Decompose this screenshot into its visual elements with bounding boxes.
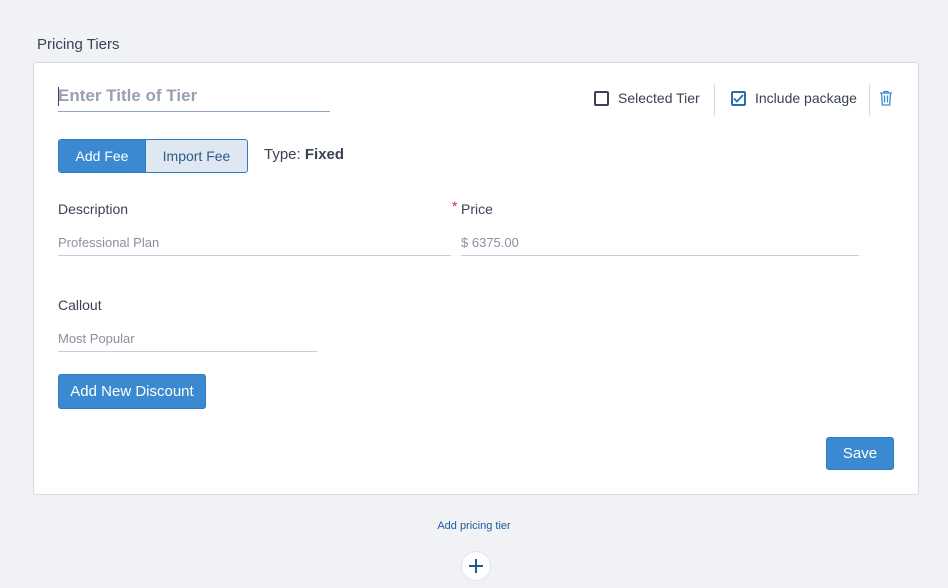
text-cursor [58, 87, 59, 106]
fee-type: Type: Fixed [264, 146, 344, 163]
pricing-tier-card: Selected Tier Include package Add Fee Im… [33, 62, 919, 495]
callout-label: Callout [58, 297, 102, 313]
selected-tier-label: Selected Tier [618, 90, 700, 106]
plus-icon [469, 559, 483, 573]
add-pricing-tier-button[interactable] [461, 551, 491, 581]
include-package-toggle[interactable]: Include package [731, 90, 857, 106]
callout-input[interactable] [58, 326, 317, 352]
fee-type-prefix: Type: [264, 146, 301, 163]
section-title: Pricing Tiers [37, 36, 120, 53]
save-button[interactable]: Save [826, 437, 894, 470]
selected-tier-checkbox[interactable] [594, 90, 609, 106]
fee-mode-toggle: Add Fee Import Fee [58, 139, 248, 173]
trash-icon[interactable] [879, 90, 893, 106]
add-new-discount-button[interactable]: Add New Discount [58, 374, 206, 409]
price-input[interactable] [461, 230, 859, 256]
import-fee-button[interactable]: Import Fee [145, 140, 247, 172]
divider [714, 84, 715, 116]
required-marker: * [452, 198, 458, 214]
tier-title-input[interactable] [58, 84, 330, 112]
add-pricing-tier-link[interactable]: Add pricing tier [0, 520, 948, 532]
description-input[interactable] [58, 230, 451, 256]
divider [869, 84, 870, 116]
fee-type-value: Fixed [304, 146, 345, 163]
price-label: Price [461, 201, 493, 217]
include-package-label: Include package [755, 90, 857, 106]
add-fee-button[interactable]: Add Fee [59, 140, 145, 172]
description-label: Description [58, 201, 129, 217]
include-package-checkbox[interactable] [731, 90, 746, 106]
check-icon [733, 93, 744, 103]
selected-tier-toggle[interactable]: Selected Tier [594, 90, 700, 106]
